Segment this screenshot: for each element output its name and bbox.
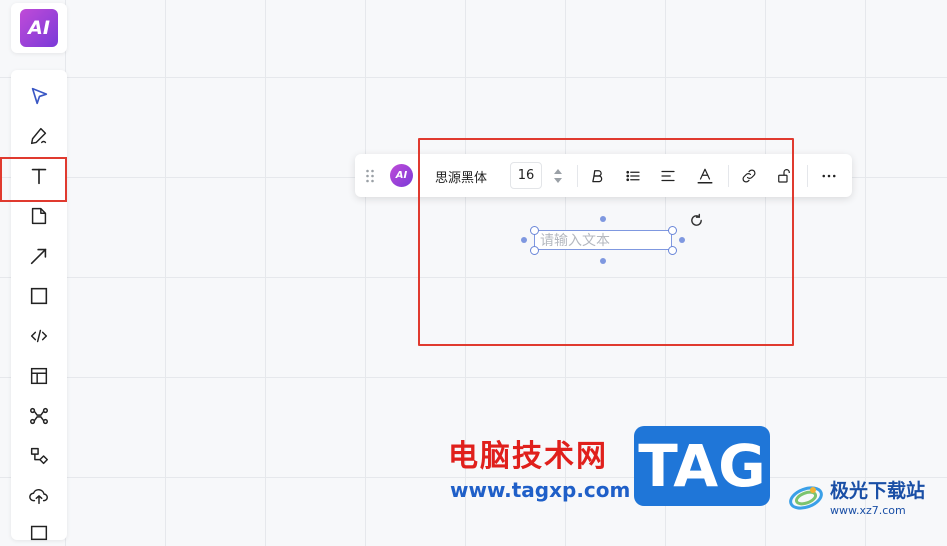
toolbar-divider (728, 165, 729, 187)
arrow-icon (30, 248, 47, 265)
more-options-button[interactable] (817, 164, 841, 188)
font-size-input[interactable]: 16 (510, 162, 542, 189)
resize-handle-top-right[interactable] (667, 225, 677, 235)
pen-tool[interactable] (25, 122, 53, 150)
mindmap-icon (30, 407, 48, 425)
frame-icon (30, 525, 48, 541)
link-button[interactable] (737, 164, 761, 188)
text-color-button[interactable] (693, 164, 717, 188)
cursor-arrow-icon (31, 87, 48, 105)
ai-assist-button[interactable]: AI (390, 164, 413, 187)
watermark-url: www.tagxp.com (450, 478, 631, 502)
more-tools[interactable] (25, 518, 53, 546)
watermark-site: 极光下载站 www.xz7.com (786, 474, 925, 518)
app-logo-container: AI (11, 3, 67, 53)
connect-point-top[interactable] (600, 216, 606, 222)
flowchart-tool[interactable] (25, 442, 53, 470)
text-input-box[interactable]: 请输入文本 (534, 230, 672, 250)
toolbar-divider (807, 165, 808, 187)
connect-point-bottom[interactable] (600, 258, 606, 264)
site-name: 极光下载站 (830, 479, 926, 502)
upload-tool[interactable] (25, 482, 53, 510)
align-button[interactable] (656, 164, 680, 188)
link-icon (742, 169, 756, 183)
stepper-up-down-icon (554, 169, 562, 183)
flowchart-icon (30, 447, 48, 465)
watermark-title: 电脑技术网 (448, 439, 608, 474)
pen-icon (30, 127, 47, 145)
rectangle-tool[interactable] (25, 282, 53, 310)
text-t-icon (31, 168, 47, 185)
bullet-list-icon (626, 170, 640, 182)
site-swirl-logo-icon (789, 486, 823, 510)
note-icon (31, 207, 47, 225)
connect-point-left[interactable] (521, 237, 527, 243)
lock-button[interactable] (772, 164, 796, 188)
sticky-note-tool[interactable] (25, 202, 53, 230)
resize-handle-bottom-right[interactable] (667, 245, 677, 255)
watermark-tag-logo: TAG (634, 426, 770, 506)
layout-icon (30, 367, 48, 385)
upload-cloud-icon (29, 488, 48, 505)
resize-handle-bottom-left[interactable] (529, 245, 539, 255)
bold-button[interactable] (585, 164, 609, 188)
code-icon (30, 329, 48, 343)
text-format-toolbar: AI 思源黑体 16 (355, 154, 852, 197)
bullet-list-button[interactable] (621, 164, 645, 188)
site-url: www.xz7.com (830, 503, 906, 517)
align-icon (661, 170, 675, 182)
ai-logo[interactable]: AI (20, 9, 58, 47)
layout-tool[interactable] (25, 362, 53, 390)
rotate-icon[interactable] (689, 213, 704, 228)
code-tool[interactable] (25, 322, 53, 350)
resize-handle-top-left[interactable] (529, 225, 539, 235)
left-toolbar (11, 70, 67, 541)
text-color-icon (697, 168, 713, 184)
select-tool[interactable] (25, 82, 53, 110)
square-icon (30, 287, 48, 305)
drag-handle-icon[interactable] (363, 165, 377, 187)
font-size-stepper[interactable] (551, 165, 565, 187)
text-box-placeholder: 请输入文本 (540, 233, 610, 249)
unlock-icon (778, 169, 790, 183)
toolbar-divider (577, 165, 578, 187)
arrow-tool[interactable] (25, 242, 53, 270)
connect-point-right[interactable] (679, 237, 685, 243)
font-family-select[interactable]: 思源黑体 (435, 165, 487, 187)
bold-icon (592, 170, 603, 183)
more-icon (822, 174, 836, 178)
text-tool[interactable] (25, 162, 53, 190)
mindmap-tool[interactable] (25, 402, 53, 430)
